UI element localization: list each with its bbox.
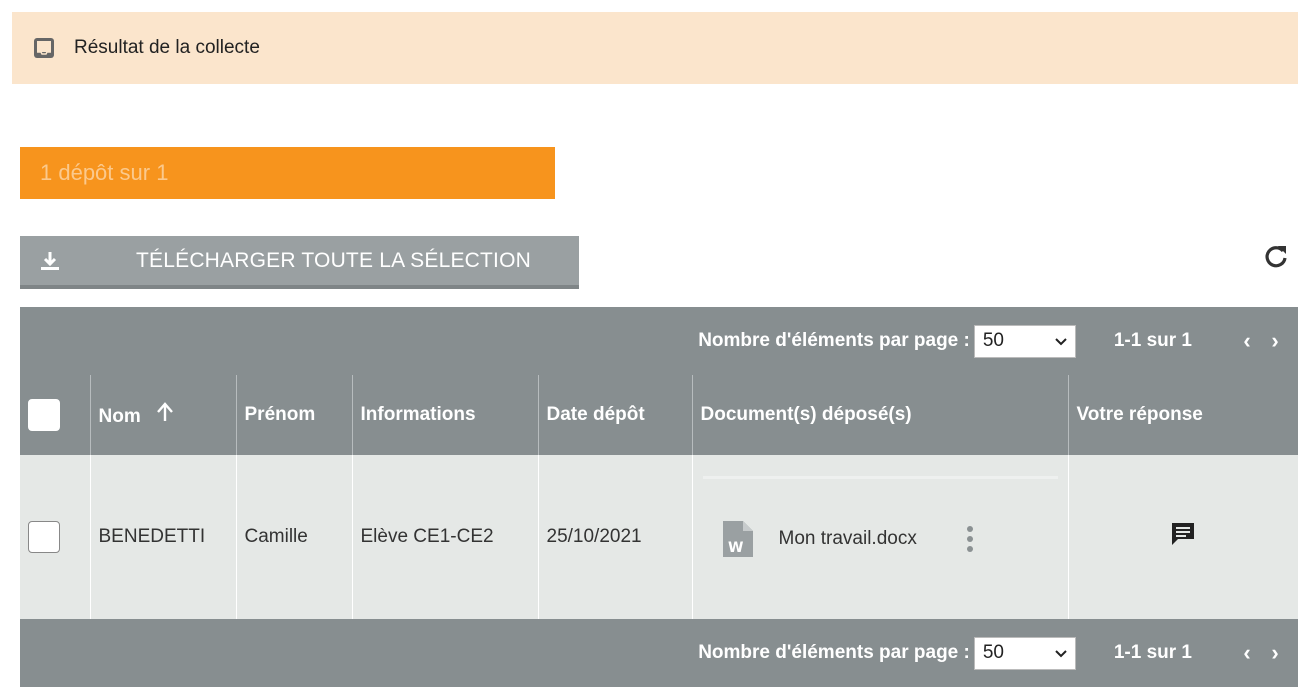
page-title: Résultat de la collecte	[74, 37, 260, 58]
cell-nom: BENEDETTI	[89, 455, 236, 619]
page-header: Résultat de la collecte	[12, 12, 1298, 84]
word-file-icon: W	[719, 519, 755, 559]
next-page-button[interactable]: ›	[1264, 328, 1286, 354]
prev-page-button[interactable]: ‹	[1236, 328, 1258, 354]
page-range: 1-1 sur 1	[1113, 330, 1192, 351]
cell-reponse	[1067, 455, 1298, 619]
cell-informations: Elève CE1-CE2	[351, 455, 538, 619]
next-page-button[interactable]: ›	[1264, 640, 1286, 666]
table-header-row: Nom Prénom Informations Date dépôt Docum…	[20, 375, 1298, 455]
chevron-down-icon	[1055, 330, 1067, 352]
download-all-button[interactable]: TÉLÉCHARGER TOUTE LA SÉLECTION	[20, 236, 579, 289]
per-page-select[interactable]: 50	[973, 324, 1076, 358]
per-page-select[interactable]: 50	[973, 636, 1076, 670]
download-icon	[20, 250, 80, 272]
deposits-table: Nombre d'éléments par page : 50 1-1 sur …	[20, 307, 1298, 687]
document-item[interactable]: W Mon travail.docx	[702, 476, 1058, 598]
document-name: Mon travail.docx	[778, 527, 917, 549]
table-row: BENEDETTI Camille Elève CE1-CE2 25/10/20…	[20, 455, 1298, 619]
column-header-informations[interactable]: Informations	[351, 375, 538, 455]
sort-ascending-icon	[156, 402, 174, 427]
column-header-nom[interactable]: Nom	[89, 375, 236, 455]
prev-page-button[interactable]: ‹	[1236, 640, 1258, 666]
row-checkbox[interactable]	[28, 521, 60, 553]
column-header-reponse: Votre réponse	[1067, 375, 1298, 455]
refresh-icon[interactable]	[1262, 242, 1290, 270]
per-page-value: 50	[982, 642, 1004, 663]
svg-text:W: W	[728, 540, 743, 556]
cell-date: 25/10/2021	[537, 455, 692, 619]
per-page-value: 50	[982, 330, 1004, 351]
select-all-checkbox[interactable]	[28, 399, 60, 431]
download-all-label: TÉLÉCHARGER TOUTE LA SÉLECTION	[136, 248, 531, 272]
comment-icon[interactable]	[1170, 523, 1196, 552]
per-page-label: Nombre d'éléments par page :	[698, 330, 970, 351]
cell-prenom: Camille	[235, 455, 352, 619]
page-range: 1-1 sur 1	[1113, 642, 1192, 663]
chevron-down-icon	[1055, 642, 1067, 664]
column-header-documents: Document(s) déposé(s)	[691, 375, 1068, 455]
select-all-cell	[20, 375, 90, 455]
inbox-icon	[32, 36, 56, 60]
column-header-prenom[interactable]: Prénom	[235, 375, 352, 455]
column-header-date[interactable]: Date dépôt	[537, 375, 692, 455]
per-page-label: Nombre d'éléments par page :	[698, 642, 970, 663]
more-options-icon[interactable]	[965, 525, 975, 552]
column-label: Nom	[98, 406, 141, 427]
row-select-cell	[20, 455, 90, 619]
pager-top: Nombre d'éléments par page : 50 1-1 sur …	[20, 307, 1298, 375]
cell-document: W Mon travail.docx	[691, 455, 1068, 619]
deposit-count: 1 dépôt sur 1	[20, 147, 555, 199]
pager-bottom: Nombre d'éléments par page : 50 1-1 sur …	[20, 619, 1298, 687]
